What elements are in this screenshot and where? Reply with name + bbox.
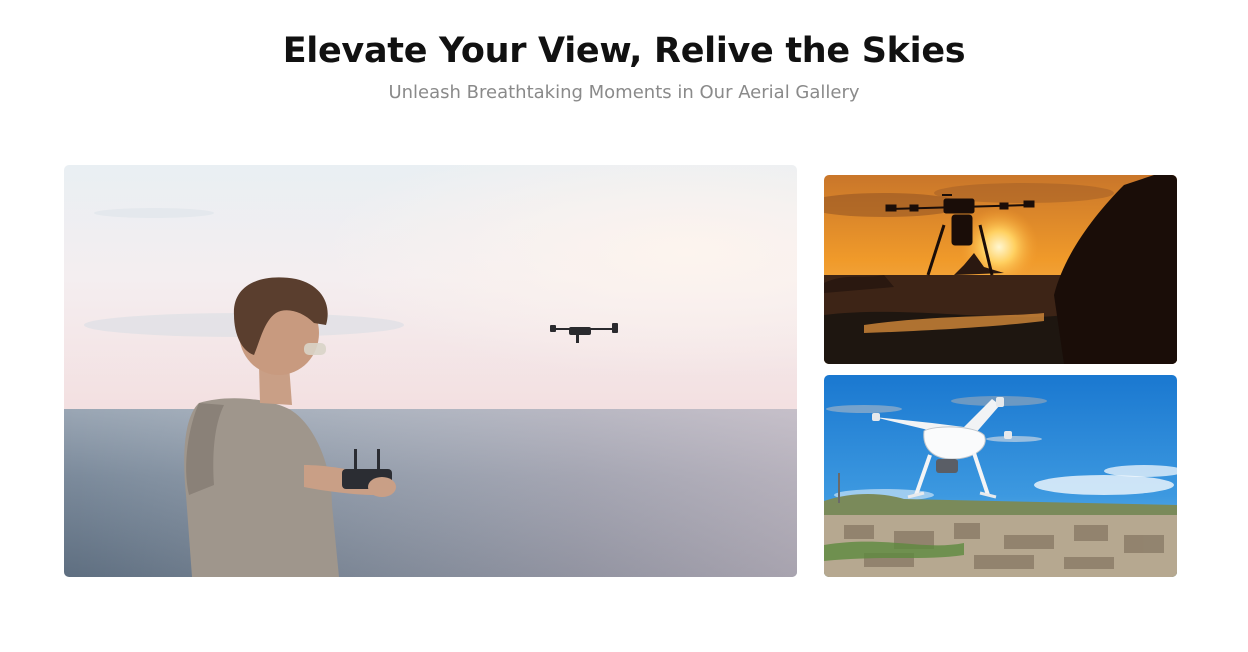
city-drone-photo [824,375,1177,577]
gallery-image-drone-pilot[interactable] [64,165,797,577]
page-title: Elevate Your View, Relive the Skies [282,31,966,71]
page-subtitle: Unleash Breathtaking Moments in Our Aeri… [388,82,860,103]
gallery-image-city-drone[interactable] [824,375,1177,577]
gallery-image-sunset-drone[interactable] [824,175,1177,364]
sunset-drone-photo [824,175,1177,364]
drone-pilot-photo [64,165,797,577]
gallery-header: Elevate Your View, Relive the Skies Unle… [0,28,1248,106]
